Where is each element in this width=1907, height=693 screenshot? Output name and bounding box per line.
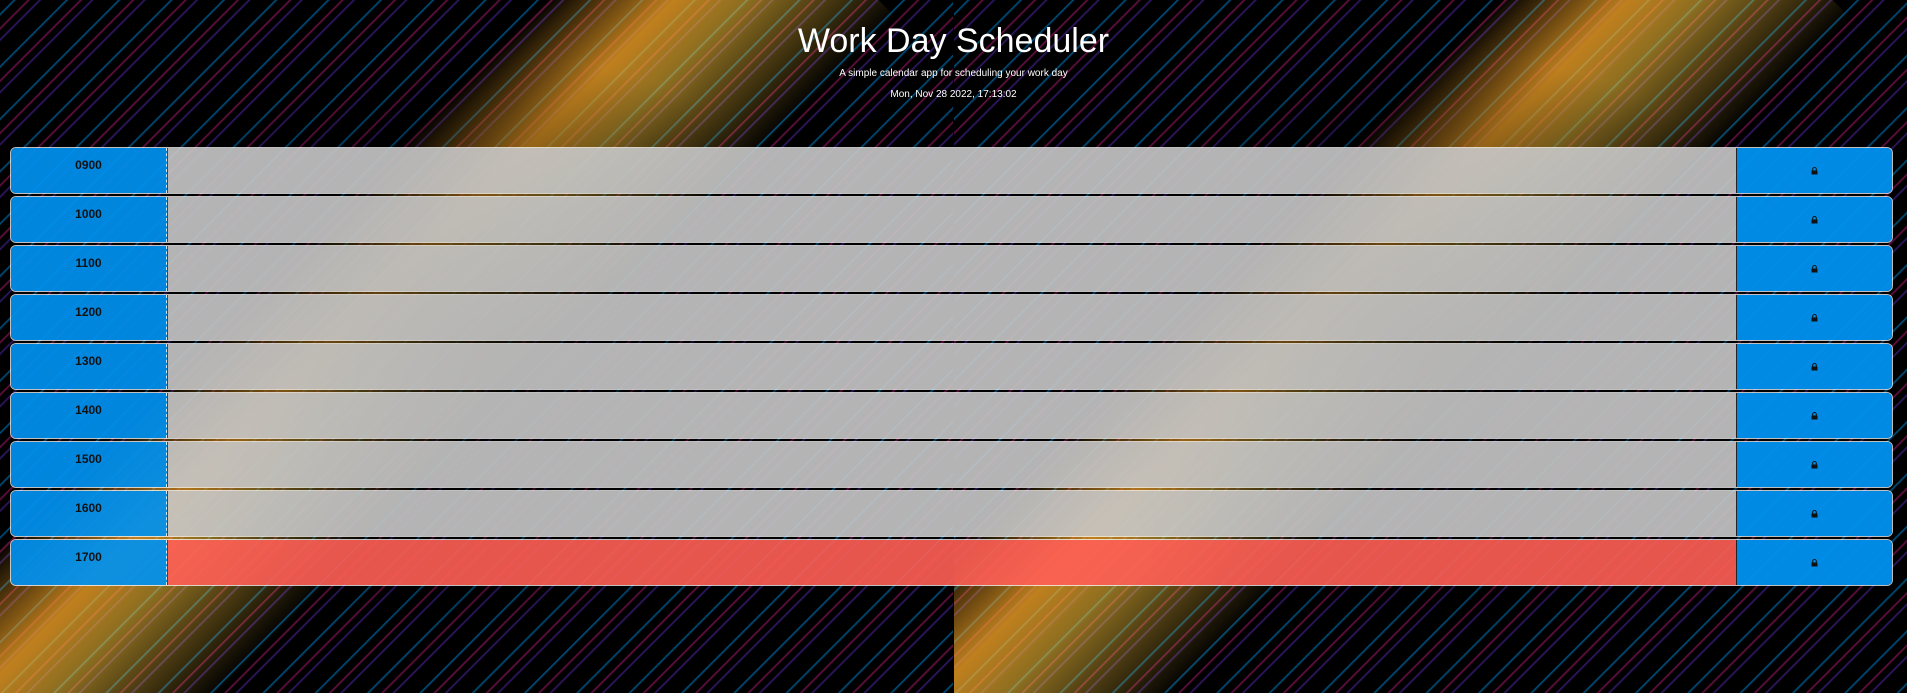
time-block-row: 1600: [10, 490, 1893, 537]
page-subtitle: A simple calendar app for scheduling you…: [839, 68, 1068, 79]
time-block-row: 1000: [10, 196, 1893, 243]
current-date: Mon, Nov 28 2022, 17:13:02: [890, 89, 1017, 100]
lock-icon: [1811, 509, 1818, 518]
lock-icon: [1811, 411, 1818, 420]
save-button[interactable]: [1737, 344, 1892, 389]
hour-label: 1300: [11, 344, 167, 389]
hour-label: 1000: [11, 197, 167, 242]
event-description-input[interactable]: [167, 491, 1737, 536]
event-description-input[interactable]: [167, 442, 1737, 487]
hour-label: 1100: [11, 246, 167, 291]
time-block-row: 1400: [10, 392, 1893, 439]
save-button[interactable]: [1737, 540, 1892, 585]
hour-label: 1200: [11, 295, 167, 340]
time-block-row: 1700: [10, 539, 1893, 586]
save-button[interactable]: [1737, 295, 1892, 340]
event-description-input[interactable]: [167, 540, 1737, 585]
save-button[interactable]: [1737, 197, 1892, 242]
time-block-row: 1300: [10, 343, 1893, 390]
hour-label: 1600: [11, 491, 167, 536]
event-description-input[interactable]: [167, 344, 1737, 389]
time-block-row: 1100: [10, 245, 1893, 292]
lock-icon: [1811, 166, 1818, 175]
time-block-row: 1200: [10, 294, 1893, 341]
lock-icon: [1811, 558, 1818, 567]
lock-icon: [1811, 362, 1818, 371]
save-button[interactable]: [1737, 491, 1892, 536]
event-description-input[interactable]: [167, 295, 1737, 340]
lock-icon: [1811, 264, 1818, 273]
save-button[interactable]: [1737, 442, 1892, 487]
event-description-input[interactable]: [167, 148, 1737, 193]
time-block-row: 0900: [10, 147, 1893, 194]
hour-label: 1700: [11, 540, 167, 585]
event-description-input[interactable]: [167, 246, 1737, 291]
time-block-row: 1500: [10, 441, 1893, 488]
lock-icon: [1811, 215, 1818, 224]
lock-icon: [1811, 460, 1818, 469]
hour-label: 1400: [11, 393, 167, 438]
hour-label: 0900: [11, 148, 167, 193]
lock-icon: [1811, 313, 1818, 322]
event-description-input[interactable]: [167, 393, 1737, 438]
event-description-input[interactable]: [167, 197, 1737, 242]
save-button[interactable]: [1737, 148, 1892, 193]
jumbotron: Work Day Scheduler A simple calendar app…: [0, 0, 1907, 101]
hour-label: 1500: [11, 442, 167, 487]
page-title: Work Day Scheduler: [797, 22, 1110, 60]
save-button[interactable]: [1737, 246, 1892, 291]
save-button[interactable]: [1737, 393, 1892, 438]
time-block-list: 0900 1000 1100 1200 1300 1400 1500 1600 1700: [10, 147, 1893, 588]
